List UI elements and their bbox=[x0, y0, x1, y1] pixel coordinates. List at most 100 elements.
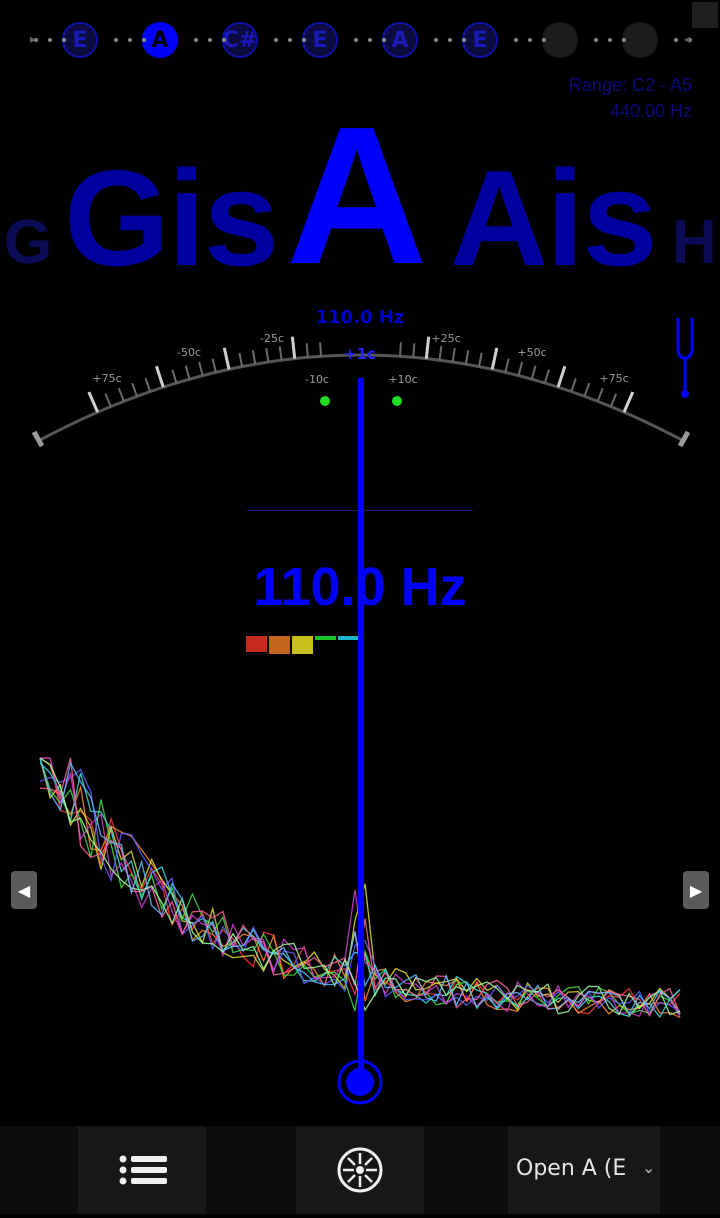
string-button-4[interactable]: E bbox=[302, 22, 338, 58]
string-separator-dot bbox=[194, 38, 198, 42]
string-separator-dot bbox=[142, 38, 146, 42]
string-separator-dot bbox=[594, 38, 598, 42]
meter-tick bbox=[570, 378, 577, 392]
level-bar bbox=[269, 636, 290, 654]
string-button-3[interactable]: C# bbox=[222, 22, 258, 58]
meter-tick bbox=[543, 369, 550, 384]
meter-tick bbox=[222, 347, 231, 370]
string-separator-dot bbox=[608, 38, 612, 42]
string-separator-dot bbox=[448, 38, 452, 42]
meter-tick bbox=[556, 365, 567, 388]
chevron-down-icon: ⌄ bbox=[642, 1158, 656, 1177]
spectrum-trace bbox=[39, 757, 681, 1017]
string-separator-dot bbox=[528, 38, 532, 42]
signal-level-meter bbox=[246, 630, 366, 658]
tuning-select-label: Open A (E bbox=[516, 1156, 627, 1181]
tuning-wheel-icon bbox=[337, 1147, 383, 1193]
meter-tick bbox=[131, 382, 138, 397]
meter-tick bbox=[117, 387, 125, 402]
meter-tick bbox=[319, 342, 323, 357]
tuning-wheel-button[interactable] bbox=[296, 1126, 424, 1214]
needle-pivot bbox=[346, 1068, 374, 1096]
meter-tick bbox=[251, 350, 257, 365]
string-separator-dot bbox=[208, 38, 212, 42]
menu-button[interactable] bbox=[78, 1126, 206, 1214]
string-separator-dot bbox=[674, 38, 678, 42]
string-separator-dot bbox=[128, 38, 132, 42]
string-separator-dot bbox=[222, 38, 226, 42]
meter-tick-label: +10c bbox=[388, 373, 417, 386]
meter-tick bbox=[412, 343, 416, 358]
string-button-8[interactable] bbox=[622, 22, 658, 58]
string-separator-dot bbox=[62, 38, 66, 42]
string-separator-dot bbox=[274, 38, 278, 42]
string-separator-dot bbox=[382, 38, 386, 42]
level-bar bbox=[292, 636, 313, 654]
meter-tick bbox=[87, 391, 99, 413]
meter-tick bbox=[398, 342, 402, 357]
string-separator-dot bbox=[368, 38, 372, 42]
meter-tick bbox=[278, 346, 283, 361]
reference-frequency: 440.00 Hz bbox=[609, 101, 692, 121]
note-right: Ais bbox=[450, 142, 658, 294]
string-button-7[interactable] bbox=[542, 22, 578, 58]
note-far-left: G bbox=[4, 208, 53, 277]
string-separator-dot bbox=[302, 38, 306, 42]
arrow-left-icon[interactable]: ◀ bbox=[11, 871, 37, 909]
spectrum-graph bbox=[39, 757, 681, 1019]
tuning-select[interactable]: Open A (E ⌄ bbox=[508, 1126, 660, 1214]
meter-tick bbox=[424, 336, 431, 359]
string-scroll-left-icon: ▸ bbox=[30, 32, 37, 46]
range-label: Range: C2 - A5 bbox=[568, 75, 692, 95]
meter-tick-label: +75c bbox=[92, 372, 121, 385]
corner-button[interactable] bbox=[692, 2, 718, 28]
string-separator-dot bbox=[114, 38, 118, 42]
note-left: Gis bbox=[64, 142, 279, 294]
meter-frequency: 110.0 Hz bbox=[315, 307, 405, 328]
arrow-right-icon[interactable]: ▶ bbox=[683, 871, 709, 909]
meter-arc bbox=[39, 353, 683, 442]
meter-tick bbox=[171, 369, 178, 384]
meter-tick bbox=[198, 361, 204, 376]
cents-offset-label: +1c bbox=[344, 345, 376, 363]
meter-tick bbox=[438, 346, 443, 361]
note-far-right: H bbox=[672, 208, 717, 277]
string-selector: E A C# E A E ▸ ◂ bbox=[0, 0, 720, 80]
tuning-fork-icon[interactable] bbox=[676, 318, 694, 398]
meter-tick bbox=[144, 378, 152, 392]
meter-tick bbox=[583, 382, 591, 397]
meter-tick bbox=[478, 352, 483, 367]
meter-tick bbox=[238, 352, 244, 367]
level-bar bbox=[246, 636, 267, 652]
meter-tick bbox=[596, 387, 604, 402]
meter-tick bbox=[517, 361, 524, 376]
range-info: Range: C2 - A5 440.00 Hz bbox=[569, 72, 692, 124]
meter-tick-label: -10c bbox=[305, 373, 329, 386]
needle-pivot-ring bbox=[337, 1059, 383, 1105]
string-button-1[interactable]: E bbox=[62, 22, 98, 58]
meter-tick bbox=[305, 343, 309, 358]
in-tune-indicator-left bbox=[320, 396, 330, 406]
string-button-2[interactable]: A bbox=[142, 22, 178, 58]
string-button-5[interactable]: A bbox=[382, 22, 418, 58]
meter-tick bbox=[504, 358, 510, 373]
meter-tick bbox=[622, 391, 635, 413]
meter-tick bbox=[290, 336, 297, 359]
note-current: A bbox=[286, 86, 428, 305]
string-separator-dot bbox=[434, 38, 438, 42]
string-separator-dot bbox=[48, 38, 52, 42]
level-bar bbox=[338, 636, 359, 640]
in-tune-indicator-right bbox=[392, 396, 402, 406]
meter-tick bbox=[104, 393, 112, 407]
string-separator-dot bbox=[288, 38, 292, 42]
meter-tick-label: -25c bbox=[260, 332, 284, 345]
meter-tick bbox=[490, 347, 499, 370]
meter-tick bbox=[211, 358, 217, 373]
meter-end-cap bbox=[677, 430, 691, 448]
string-separator-dot bbox=[354, 38, 358, 42]
list-icon bbox=[119, 1155, 167, 1185]
string-button-6[interactable]: E bbox=[462, 22, 498, 58]
spectrum-trace bbox=[40, 757, 681, 1015]
meter-tick bbox=[155, 365, 165, 388]
meter-tick bbox=[451, 348, 456, 363]
